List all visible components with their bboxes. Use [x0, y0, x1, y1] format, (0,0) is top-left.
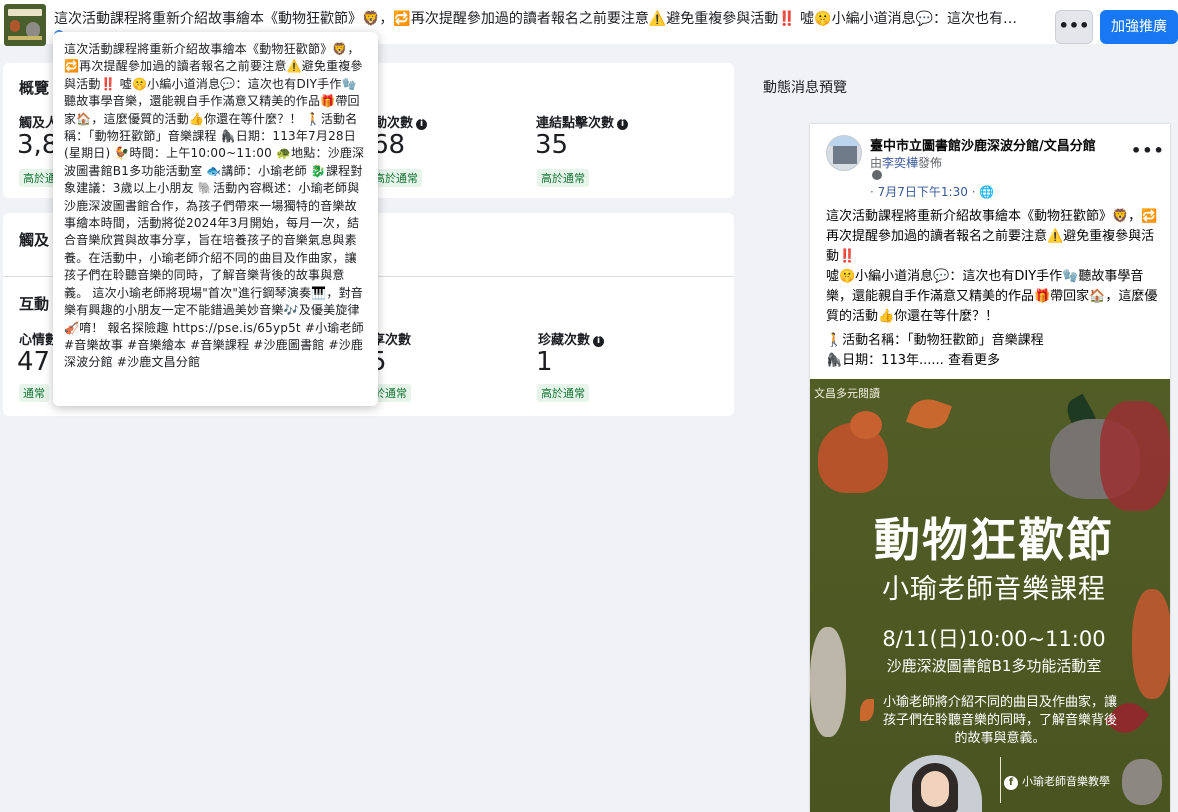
pin-icon [872, 170, 882, 180]
info-icon[interactable]: i [416, 119, 428, 130]
poster-description: 小瑜老師將介紹不同的曲目及作曲家，讓孩子們在聆聽音樂的同時，了解音樂背後的故事與… [882, 695, 1117, 746]
post-more-button[interactable]: ••• [1131, 141, 1165, 160]
status-badge: 通常 [19, 384, 49, 402]
post-thumbnail[interactable] [4, 4, 46, 46]
see-more-link[interactable]: 查看更多 [948, 353, 1000, 368]
metric-value-reactions: 47 [17, 347, 51, 377]
page-name[interactable]: 臺中市立圖書館沙鹿深波分館/文昌分館 [870, 135, 1096, 154]
posted-by: 由李奕樺發佈 [870, 156, 943, 170]
raccoon-icon [1122, 759, 1162, 805]
post-text-tooltip: 這次活動課程將重新介紹故事繪本《動物狂歡節》🦁，🔁再次提醒參加過的讀者報名之前要… [53, 32, 378, 406]
more-options-button[interactable]: ••• [1055, 10, 1093, 44]
poster-venue: 沙鹿深波圖書館B1多功能活動室 [886, 657, 1102, 675]
post-timestamp: · 7月7日下午1:30 · 🌐 [870, 185, 995, 199]
poster-date: 8/11(日)10:00~11:00 [882, 627, 1106, 651]
status-badge: 高於通常 [537, 169, 589, 187]
status-badge: 高於通常 [537, 384, 589, 402]
divider [1000, 757, 1001, 803]
metric-value-saves: 1 [536, 347, 553, 377]
author-link[interactable]: 李奕樺 [882, 156, 918, 170]
post-image[interactable]: 文昌多元閱讀 動物狂歡節 小瑜老師音樂課程 8/11(日)10:00~11:00… [810, 379, 1170, 812]
poster-subtitle: 小瑜老師音樂課程 [882, 574, 1106, 605]
post-paragraph-2: 噓🤫小編小道消息💬：這次也有DIY手作🧤聽故事學音樂，還能親自手作滿意又精美的作… [826, 269, 1158, 324]
owl-icon [810, 627, 846, 737]
engagement-section-title: 互動 [19, 295, 50, 313]
metric-label-engagement: 動次數 i [374, 112, 428, 131]
post-paragraph-3: 🚶活動名稱：「動物狂歡節」音樂課程 🦍日期：113年...... 查看更多 [826, 333, 1044, 368]
metric-label-saves: 珍藏次數 i [538, 329, 605, 348]
feed-preview-title: 動態消息預覽 [763, 80, 847, 96]
facebook-icon: f [1004, 776, 1018, 790]
post-paragraph-1: 這次活動課程將重新介紹故事繪本《動物狂歡節》🦁，🔁再次提醒參加過的讀者報名之前要… [826, 209, 1158, 264]
reach-section-title: 觸及 [19, 231, 50, 249]
poster-corner-label: 文昌多元閱讀 [814, 387, 880, 400]
metric-label-link-clicks: 連結點擊次數 i [536, 112, 629, 131]
boost-post-button[interactable]: 加強推廣 [1100, 10, 1178, 44]
facebook-credit: f 小瑜老師音樂教學 [1004, 773, 1110, 790]
metric-value-link-clicks: 35 [535, 130, 569, 160]
post-title[interactable]: 這次活動課程將重新介紹故事繪本《動物狂歡節》🦁，🔁再次提醒參加過的讀者報名之前要… [54, 8, 1049, 28]
info-icon[interactable]: i [593, 336, 605, 347]
overview-title: 概覽 [19, 79, 50, 97]
page-avatar[interactable] [826, 135, 862, 171]
poster-headline: 動物狂歡節 [874, 513, 1114, 567]
info-icon[interactable]: i [617, 119, 629, 130]
